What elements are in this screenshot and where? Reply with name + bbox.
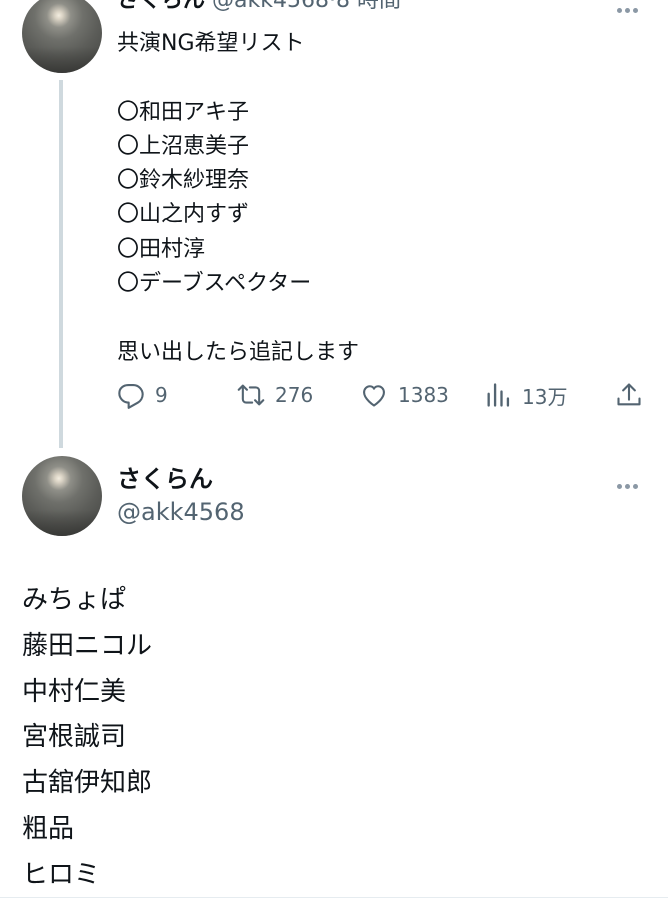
tweet-line: 思い出したら追記します	[117, 339, 360, 365]
more-icon[interactable]	[617, 474, 643, 489]
display-name[interactable]: さくらん	[117, 0, 205, 13]
share-icon	[617, 383, 641, 406]
like-button[interactable]: 1383	[360, 378, 449, 412]
like-icon	[363, 385, 385, 407]
tweet-line: 共演NG希望リスト	[117, 31, 305, 56]
tweet-line: 〇山之内すず	[117, 202, 250, 228]
tweet-line: 粗品	[22, 813, 75, 844]
tweet-line: 〇鈴木紗理奈	[117, 168, 250, 194]
retweet-count: 276	[275, 383, 314, 407]
retweet-button[interactable]: 276	[237, 378, 313, 412]
user-handle[interactable]: @akk4568	[212, 0, 329, 13]
tweet-line: 藤田ニコル	[22, 630, 153, 661]
avatar[interactable]	[22, 456, 102, 536]
tweet-line: 〇和田アキ子	[117, 99, 250, 125]
reply-icon	[118, 384, 144, 409]
timestamp[interactable]: 8 時間	[336, 0, 401, 13]
separator-dot: ·	[328, 0, 336, 13]
tweet-line: みちょぱ	[22, 585, 127, 615]
share-button[interactable]	[615, 378, 653, 412]
reply-count: 9	[155, 383, 168, 407]
display-name[interactable]: さくらん	[117, 464, 213, 494]
views-count: 13万	[522, 384, 568, 409]
views-button[interactable]: 13万	[484, 378, 567, 412]
tweet-text: 共演NG希望リスト 〇和田アキ子 〇上沼恵美子 〇鈴木紗理奈 〇山之内すず 〇田…	[117, 27, 359, 370]
tweet-line: 〇デーブスペクター	[117, 271, 312, 297]
tweet-line: ヒロミ	[22, 859, 101, 890]
tweet-line: 〇上沼恵美子	[117, 133, 250, 159]
tweet-header: さくらん @akk4568·8 時間	[117, 0, 401, 14]
more-icon[interactable]	[617, 0, 643, 13]
reply-button[interactable]: 9	[117, 378, 168, 412]
thread-connector-line	[59, 80, 63, 448]
retweet-icon	[237, 384, 265, 406]
user-handle[interactable]: @akk4568	[117, 497, 245, 527]
tweet-line: 中村仁美	[22, 676, 127, 707]
like-count: 1383	[398, 383, 449, 407]
tweet-text: みちょぱ 藤田ニコル 中村仁美 宮根誠司 古舘伊知郎 粗品 ヒロミ	[22, 578, 152, 898]
views-icon	[487, 383, 510, 407]
tweet-line: 古舘伊知郎	[22, 768, 153, 799]
tweet-line: 〇田村淳	[117, 236, 206, 262]
tweet-actions-bar: 9 276 1383 13万	[117, 378, 647, 412]
tweet-line: 宮根誠司	[22, 722, 127, 753]
avatar[interactable]	[22, 0, 102, 73]
